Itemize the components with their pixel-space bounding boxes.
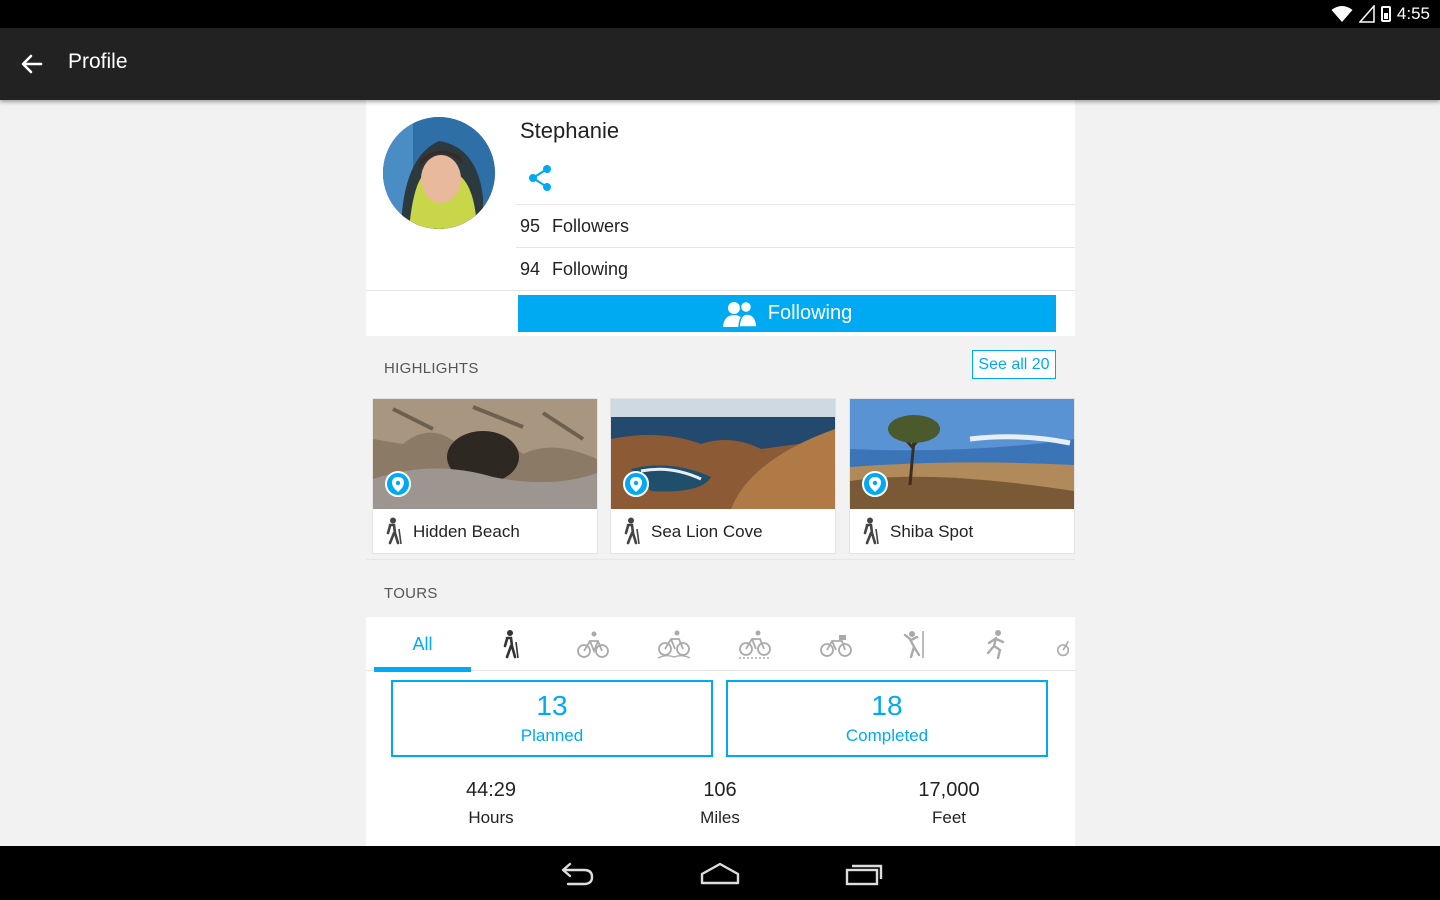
metric-hours: 44:29 Hours — [411, 779, 571, 828]
running-icon — [986, 630, 1005, 659]
following-label: Following — [552, 258, 629, 279]
metric-value: 106 — [703, 779, 737, 801]
sport-tabs: All — [366, 617, 1075, 672]
app-bar: Profile — [0, 28, 1440, 100]
nav-back-icon[interactable] — [556, 858, 596, 888]
see-all-button[interactable]: See all 20 — [972, 350, 1056, 379]
people-icon — [722, 300, 758, 328]
tours-card: All 13 Planned 18 Completed 44:29 Hours … — [366, 617, 1075, 846]
tab-all-label: All — [412, 633, 433, 654]
wifi-icon — [1331, 6, 1353, 22]
highlight-name: Shiba Spot — [890, 522, 974, 541]
completed-label: Completed — [845, 726, 929, 745]
tab-hiking[interactable] — [482, 617, 542, 671]
tab-indicator — [374, 667, 471, 672]
status-time: 4:55 — [1396, 4, 1430, 23]
metric-value: 17,000 — [918, 779, 980, 801]
signal-icon — [1358, 5, 1375, 23]
location-pin-icon — [385, 471, 411, 497]
page-title: Profile — [68, 50, 128, 73]
completed-count: 18 — [871, 690, 903, 721]
highlight-name: Sea Lion Cove — [651, 522, 763, 541]
following-count: 94 — [520, 258, 541, 279]
bike-icon — [577, 631, 609, 658]
nav-recents-icon[interactable] — [845, 858, 885, 888]
followers-label: Followers — [552, 215, 630, 236]
avatar[interactable] — [383, 117, 495, 229]
metric-label: Hours — [468, 808, 514, 827]
tab-all[interactable]: All — [374, 617, 471, 672]
metric-value: 44:29 — [465, 779, 517, 801]
completed-box[interactable]: 18 Completed — [726, 680, 1048, 757]
tab-touring-bike[interactable] — [806, 617, 866, 671]
hiking-icon — [386, 517, 402, 545]
nav-home-icon[interactable] — [700, 858, 740, 888]
planned-count: 13 — [536, 690, 568, 721]
profile-name: Stephanie — [520, 118, 620, 143]
avatar-photo — [383, 117, 495, 229]
tab-mountain-bike[interactable] — [644, 617, 704, 671]
following-row[interactable]: 94 Following — [516, 247, 1075, 290]
battery-icon — [1380, 6, 1391, 22]
planned-label: Planned — [520, 726, 584, 745]
hiking-icon — [503, 630, 519, 659]
climbing-icon — [903, 631, 924, 659]
tab-more[interactable] — [1056, 617, 1075, 671]
followers-count: 95 — [520, 215, 541, 236]
planned-box[interactable]: 13 Planned — [391, 680, 713, 757]
highlight-card[interactable]: Hidden Beach — [372, 398, 598, 554]
metric-miles: 106 Miles — [640, 779, 800, 828]
tab-running[interactable] — [967, 617, 1027, 671]
road-bike-icon — [739, 630, 771, 659]
metric-label: Feet — [931, 808, 967, 827]
share-icon[interactable] — [524, 162, 556, 194]
status-bar: 4:55 — [0, 0, 1440, 28]
highlight-card[interactable]: Sea Lion Cove — [610, 398, 836, 554]
highlight-name: Hidden Beach — [413, 522, 520, 541]
location-pin-icon — [862, 471, 888, 497]
following-button[interactable]: Following — [518, 295, 1056, 332]
following-button-label: Following — [767, 302, 853, 324]
tours-heading: TOURS — [384, 585, 438, 602]
tab-climbing[interactable] — [886, 617, 946, 671]
profile-card: Stephanie 95 Followers 94 Following Foll… — [366, 100, 1075, 336]
system-nav-bar — [0, 846, 1440, 900]
followers-row[interactable]: 95 Followers — [516, 204, 1075, 247]
metric-label: Miles — [700, 808, 740, 827]
profile-content: Stephanie 95 Followers 94 Following Foll… — [366, 100, 1075, 846]
arrow-left-icon[interactable] — [16, 48, 48, 80]
highlight-card[interactable]: Shiba Spot — [849, 398, 1075, 554]
metric-feet: 17,000 Feet — [869, 779, 1029, 828]
divider — [366, 290, 1075, 291]
tab-bike[interactable] — [563, 617, 623, 671]
touring-bike-icon — [820, 635, 852, 657]
status-icons: 4:55 — [1331, 4, 1430, 24]
hiking-icon — [624, 517, 640, 545]
hiking-icon — [863, 517, 879, 545]
location-pin-icon — [623, 471, 649, 497]
bike-icon — [1056, 640, 1070, 657]
divider — [366, 559, 1075, 560]
tab-road-bike[interactable] — [725, 617, 785, 671]
highlights-heading: HIGHLIGHTS — [384, 360, 479, 377]
mountain-bike-icon — [657, 630, 691, 659]
